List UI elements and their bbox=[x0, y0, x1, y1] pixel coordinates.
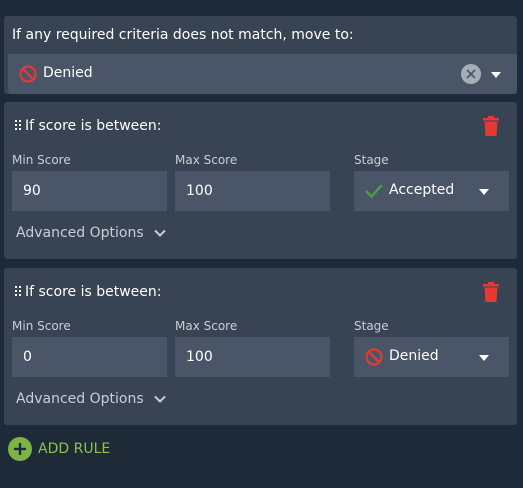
stage-select[interactable]: Denied bbox=[354, 337, 509, 377]
rule-title: If score is between: bbox=[25, 284, 162, 300]
drag-handle-icon[interactable] bbox=[15, 286, 22, 297]
max-score-label: Max Score bbox=[175, 153, 238, 167]
score-rule: If score is between: Min Score Max Score… bbox=[4, 102, 517, 259]
advanced-options-label: Advanced Options bbox=[16, 391, 144, 407]
drag-handle-icon[interactable] bbox=[15, 120, 22, 131]
checkmark-icon bbox=[365, 184, 383, 199]
stage-select[interactable]: Accepted bbox=[354, 171, 509, 211]
plus-circle-icon bbox=[8, 437, 32, 461]
chevron-down-icon bbox=[154, 229, 166, 237]
chevron-down-icon bbox=[154, 395, 166, 403]
min-score-input[interactable] bbox=[12, 337, 167, 377]
chevron-down-icon[interactable] bbox=[479, 355, 489, 361]
min-score-label: Min Score bbox=[12, 319, 71, 333]
clear-selection-icon[interactable] bbox=[461, 64, 481, 84]
prohibited-icon bbox=[365, 348, 383, 366]
fallback-stage-select[interactable]: Denied bbox=[8, 54, 517, 94]
prohibited-icon bbox=[19, 65, 37, 83]
criteria-editor: If any required criteria does not match,… bbox=[0, 0, 523, 488]
trash-icon[interactable] bbox=[483, 282, 499, 302]
max-score-input[interactable] bbox=[175, 337, 330, 377]
trash-icon[interactable] bbox=[483, 116, 499, 136]
advanced-options-toggle[interactable]: Advanced Options bbox=[16, 391, 166, 411]
max-score-input[interactable] bbox=[175, 171, 330, 211]
fallback-selected-label: Denied bbox=[43, 65, 93, 81]
stage-label: Stage bbox=[354, 153, 389, 167]
min-score-label: Min Score bbox=[12, 153, 71, 167]
fallback-title: If any required criteria does not match,… bbox=[12, 27, 354, 43]
advanced-options-toggle[interactable]: Advanced Options bbox=[16, 225, 166, 245]
max-score-label: Max Score bbox=[175, 319, 238, 333]
advanced-options-label: Advanced Options bbox=[16, 225, 144, 241]
stage-selected-label: Denied bbox=[389, 348, 439, 364]
score-rule: If score is between: Min Score Max Score… bbox=[4, 268, 517, 425]
stage-selected-label: Accepted bbox=[389, 182, 455, 198]
rule-title: If score is between: bbox=[25, 118, 162, 134]
min-score-input[interactable] bbox=[12, 171, 167, 211]
chevron-down-icon[interactable] bbox=[491, 72, 501, 78]
chevron-down-icon[interactable] bbox=[479, 189, 489, 195]
stage-label: Stage bbox=[354, 319, 389, 333]
fallback-panel: If any required criteria does not match,… bbox=[4, 16, 517, 94]
add-rule-label: ADD RULE bbox=[38, 441, 111, 457]
